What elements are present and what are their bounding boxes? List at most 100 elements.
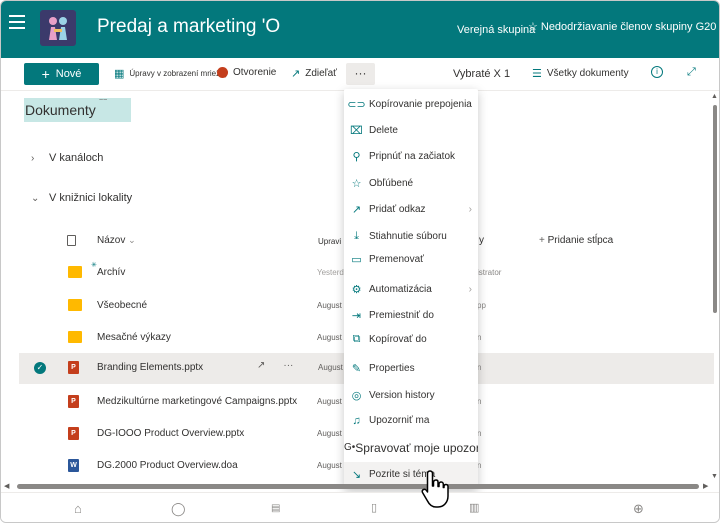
- folder-icon: [68, 299, 82, 311]
- follow-button[interactable]: ☆ Nedodržiavanie členov skupiny G20: [528, 20, 717, 34]
- menu-item-version-history[interactable]: ◎ Version history: [344, 383, 478, 408]
- menu-item-pin[interactable]: ⚲ Pripnúť na začiatok: [344, 144, 478, 169]
- file-name[interactable]: DG.2000 Product Overview.doa: [97, 460, 238, 471]
- pencil-icon: ✎: [351, 363, 362, 375]
- add-column-button[interactable]: + Pridanie stĺpca: [539, 235, 613, 246]
- powerpoint-icon: P: [68, 427, 79, 440]
- follow-label: Nedodržiavanie členov skupiny G20: [540, 20, 717, 33]
- file-name[interactable]: Medzikultúrne marketingové Campaigns.ppt…: [97, 396, 297, 407]
- modified-date: August: [317, 333, 342, 342]
- expand-button[interactable]: ⤢: [687, 66, 696, 79]
- modified-by-column-header[interactable]: y: [479, 235, 484, 246]
- modified-date: August: [317, 461, 342, 470]
- scroll-left-icon[interactable]: ◀: [4, 482, 9, 490]
- history-icon: ◎: [351, 390, 362, 402]
- bottom-navigation: ⌂ ◯ ▤ ▯ ▥ ⊕: [1, 492, 719, 522]
- menu-item-copy-to[interactable]: ⧉ Kopírovať do: [344, 327, 478, 352]
- edit-grid-button[interactable]: ▦ Úpravy v zobrazení mriežky: [114, 67, 228, 80]
- site-logo[interactable]: [40, 10, 76, 46]
- file-name[interactable]: DG-IOOO Product Overview.pptx: [97, 428, 244, 439]
- lists-icon[interactable]: ▥: [469, 501, 479, 514]
- download-icon: ⤓: [354, 230, 359, 242]
- powerpoint-icon: P: [68, 361, 79, 374]
- menu-item-alert-me[interactable]: ♫ Upozorniť ma: [344, 408, 478, 433]
- share-icon[interactable]: ↗: [257, 360, 265, 371]
- menu-item-delete[interactable]: ⌧ Delete: [344, 118, 478, 143]
- file-name[interactable]: Branding Elements.pptx: [97, 362, 203, 373]
- rename-icon: ▭: [351, 254, 362, 266]
- row-actions: ↗ ···: [257, 360, 293, 371]
- group-channels[interactable]: › V kanáloch: [31, 152, 103, 164]
- checkmark-icon[interactable]: ✓: [34, 362, 46, 374]
- add-icon[interactable]: ⊕: [633, 501, 644, 517]
- app-window: Predaj a marketing 'O Verejná skupina ☆ …: [0, 0, 720, 523]
- modified-column-header[interactable]: Upravi: [318, 237, 341, 246]
- menu-item-properties[interactable]: ✎ Properties: [344, 356, 478, 381]
- title-badge: ~~: [99, 97, 108, 104]
- news-icon[interactable]: ▤: [271, 503, 280, 514]
- vertical-scrollbar[interactable]: ▲ ▼: [710, 93, 719, 483]
- more-icon[interactable]: ···: [283, 360, 293, 371]
- view-selector[interactable]: ☰ Všetky dokumenty: [532, 67, 629, 80]
- horizontal-scrollbar[interactable]: ◀ ▶: [4, 482, 709, 490]
- menu-item-download[interactable]: ⤓ Stiahnutie súboru: [344, 224, 478, 249]
- scroll-down-icon[interactable]: ▼: [711, 473, 718, 480]
- arrow-icon: ↘: [351, 469, 362, 481]
- file-type-header[interactable]: [67, 235, 76, 249]
- list-icon: ☰: [532, 68, 542, 80]
- command-bar: + Nové ▦ Úpravy v zobrazení mriežky Otvo…: [1, 58, 719, 91]
- powerpoint-icon: P: [68, 395, 79, 408]
- expand-icon: ⤢: [687, 66, 696, 78]
- new-item-icon: ✳: [91, 262, 97, 269]
- modified-date: August: [317, 301, 342, 310]
- horizontal-scroll-thumb[interactable]: [17, 484, 699, 489]
- site-header: Predaj a marketing 'O Verejná skupina ☆ …: [1, 1, 719, 58]
- grid-icon: ▦: [114, 68, 125, 80]
- vertical-scroll-thumb[interactable]: [713, 105, 717, 313]
- info-button[interactable]: i: [651, 66, 663, 78]
- modified-date: Yesterd: [317, 268, 344, 277]
- chevron-right-icon: ›: [31, 152, 35, 164]
- more-options-button[interactable]: ···: [346, 63, 375, 85]
- menu-item-add-shortcut[interactable]: ↗ Pridať odkaz ›: [344, 197, 478, 222]
- group-site-library[interactable]: ⌄ V knižnici lokality: [31, 192, 132, 204]
- files-icon[interactable]: ▯: [371, 501, 377, 514]
- modified-date: August: [318, 363, 343, 372]
- menu-item-favorite[interactable]: ☆ Obľúbené: [344, 171, 478, 196]
- menu-item-move-to[interactable]: ⇥ Premiestniť do: [344, 303, 478, 328]
- selected-count[interactable]: Vybraté X 1: [453, 68, 510, 80]
- document-icon: [67, 235, 76, 246]
- file-name[interactable]: Archív: [97, 267, 125, 278]
- add-link-icon: ↗: [351, 204, 362, 216]
- plus-icon: +: [539, 235, 545, 246]
- chevron-down-icon: ⌄: [128, 235, 136, 245]
- folder-icon: [68, 266, 82, 278]
- file-name[interactable]: Všeobecné: [97, 300, 147, 311]
- share-button[interactable]: ↗ Zdieľať: [291, 67, 337, 80]
- move-icon: ⇥: [351, 310, 362, 322]
- globe-icon[interactable]: ◯: [171, 501, 186, 517]
- page-title: Dokumenty ~~: [24, 97, 131, 122]
- link-icon: ⊂⊃: [347, 99, 366, 111]
- scroll-up-icon[interactable]: ▲: [711, 93, 718, 100]
- name-column-header[interactable]: Názov ⌄: [97, 235, 136, 246]
- modified-date: August: [317, 397, 342, 406]
- menu-item-manage-alerts[interactable]: G• Spravovať moje upozornenia: [344, 435, 478, 460]
- menu-item-automate[interactable]: ⚙ Automatizácia ›: [344, 277, 478, 302]
- modified-by: pp: [477, 301, 486, 310]
- hamburger-icon[interactable]: [9, 15, 25, 29]
- automate-icon: ⚙: [351, 284, 362, 296]
- folder-icon: [68, 331, 82, 343]
- copy-icon: ⧉: [352, 333, 361, 345]
- site-title[interactable]: Predaj a marketing 'O: [97, 16, 280, 38]
- menu-item-copy-link[interactable]: ⊂⊃ Kopírovanie prepojenia: [344, 92, 478, 117]
- manage-alerts-icon: G•: [344, 442, 356, 453]
- new-button[interactable]: + Nové: [24, 63, 99, 85]
- chevron-right-icon: ›: [468, 284, 472, 295]
- menu-item-rename[interactable]: ▭ Premenovať: [344, 247, 478, 272]
- bell-icon: ♫: [352, 414, 361, 427]
- file-name[interactable]: Mesačné výkazy: [97, 332, 171, 343]
- open-button[interactable]: Otvorenie: [217, 67, 276, 78]
- scroll-right-icon[interactable]: ▶: [703, 482, 708, 490]
- home-icon[interactable]: ⌂: [74, 501, 82, 516]
